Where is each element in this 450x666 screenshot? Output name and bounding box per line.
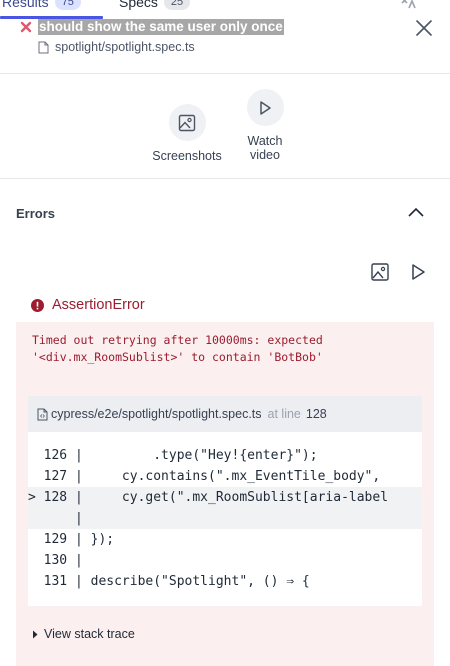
tab-specs-label: Specs bbox=[119, 0, 158, 10]
chevron-up-icon[interactable] bbox=[407, 205, 425, 219]
watch-label-1: Watch bbox=[247, 134, 283, 148]
tab-results-label: Results bbox=[2, 0, 49, 10]
view-stack-trace-label: View stack trace bbox=[44, 627, 135, 641]
screenshots-icon-wrap bbox=[168, 104, 206, 141]
code-line-highlighted: > 128 | cy.get(".mx_RoomSublist[aria-lab… bbox=[28, 487, 422, 508]
spec-file-name[interactable]: spotlight/spotlight.spec.ts bbox=[55, 40, 195, 54]
code-line: 129 | }); bbox=[28, 532, 115, 547]
code-line: | bbox=[28, 508, 422, 529]
code-frame-path[interactable]: cypress/e2e/spotlight/spotlight.spec.ts bbox=[51, 407, 262, 421]
tab-bar: Results 75 Specs 25 bbox=[0, 0, 450, 19]
code-frame-at-label: at line bbox=[267, 407, 301, 421]
file-icon bbox=[37, 408, 48, 420]
caret-right-icon bbox=[33, 630, 38, 638]
tab-results-count: 75 bbox=[54, 0, 81, 10]
tab-specs[interactable]: Specs 25 bbox=[119, 0, 191, 10]
image-icon[interactable] bbox=[370, 262, 390, 282]
error-panel: Timed out retrying after 10000ms: expect… bbox=[16, 322, 434, 666]
errors-section-title: Errors bbox=[16, 206, 56, 221]
play-icon[interactable] bbox=[408, 262, 428, 282]
watch-video-icon-wrap bbox=[246, 89, 284, 126]
test-title-row: should show the same user only once bbox=[20, 19, 284, 35]
code-frame-header[interactable]: cypress/e2e/spotlight/spotlight.spec.ts … bbox=[28, 396, 422, 432]
watch-video-button[interactable]: Watch video bbox=[240, 89, 290, 162]
collapse-panel-icon[interactable] bbox=[400, 0, 416, 10]
code-frame: cypress/e2e/spotlight/spotlight.spec.ts … bbox=[28, 396, 422, 606]
screenshots-label: Screenshots bbox=[152, 149, 222, 163]
spec-file-row: spotlight/spotlight.spec.ts bbox=[38, 40, 195, 54]
code-body: 126 | .type("Hey!{enter}"); 127 | cy.con… bbox=[28, 432, 422, 606]
fail-x-icon bbox=[20, 21, 32, 33]
code-line: 127 | cy.contains(".mx_EventTile_body", bbox=[28, 469, 389, 484]
test-title: should show the same user only once bbox=[38, 19, 284, 35]
close-icon[interactable] bbox=[414, 18, 434, 38]
code-line: 126 | .type("Hey!{enter}"); bbox=[28, 448, 318, 463]
tab-specs-count: 25 bbox=[163, 0, 191, 10]
play-icon bbox=[260, 100, 271, 115]
error-name: AssertionError bbox=[52, 297, 145, 313]
screenshots-button[interactable]: Screenshots bbox=[151, 104, 223, 163]
tab-results[interactable]: Results 75 bbox=[2, 0, 81, 10]
code-line: 131 | describe("Spotlight", () ⇒ { bbox=[28, 574, 310, 589]
watch-label-2: video bbox=[250, 148, 280, 162]
error-message: Timed out retrying after 10000ms: expect… bbox=[32, 333, 323, 364]
file-icon bbox=[38, 41, 49, 53]
divider bbox=[0, 178, 450, 179]
divider bbox=[0, 73, 450, 74]
image-icon bbox=[178, 114, 196, 131]
code-frame-line-number: 128 bbox=[305, 407, 327, 421]
code-line: 130 | bbox=[28, 553, 83, 568]
error-header: AssertionError bbox=[31, 297, 145, 313]
error-circle-icon bbox=[31, 298, 44, 312]
view-stack-trace-button[interactable]: View stack trace bbox=[32, 627, 135, 641]
